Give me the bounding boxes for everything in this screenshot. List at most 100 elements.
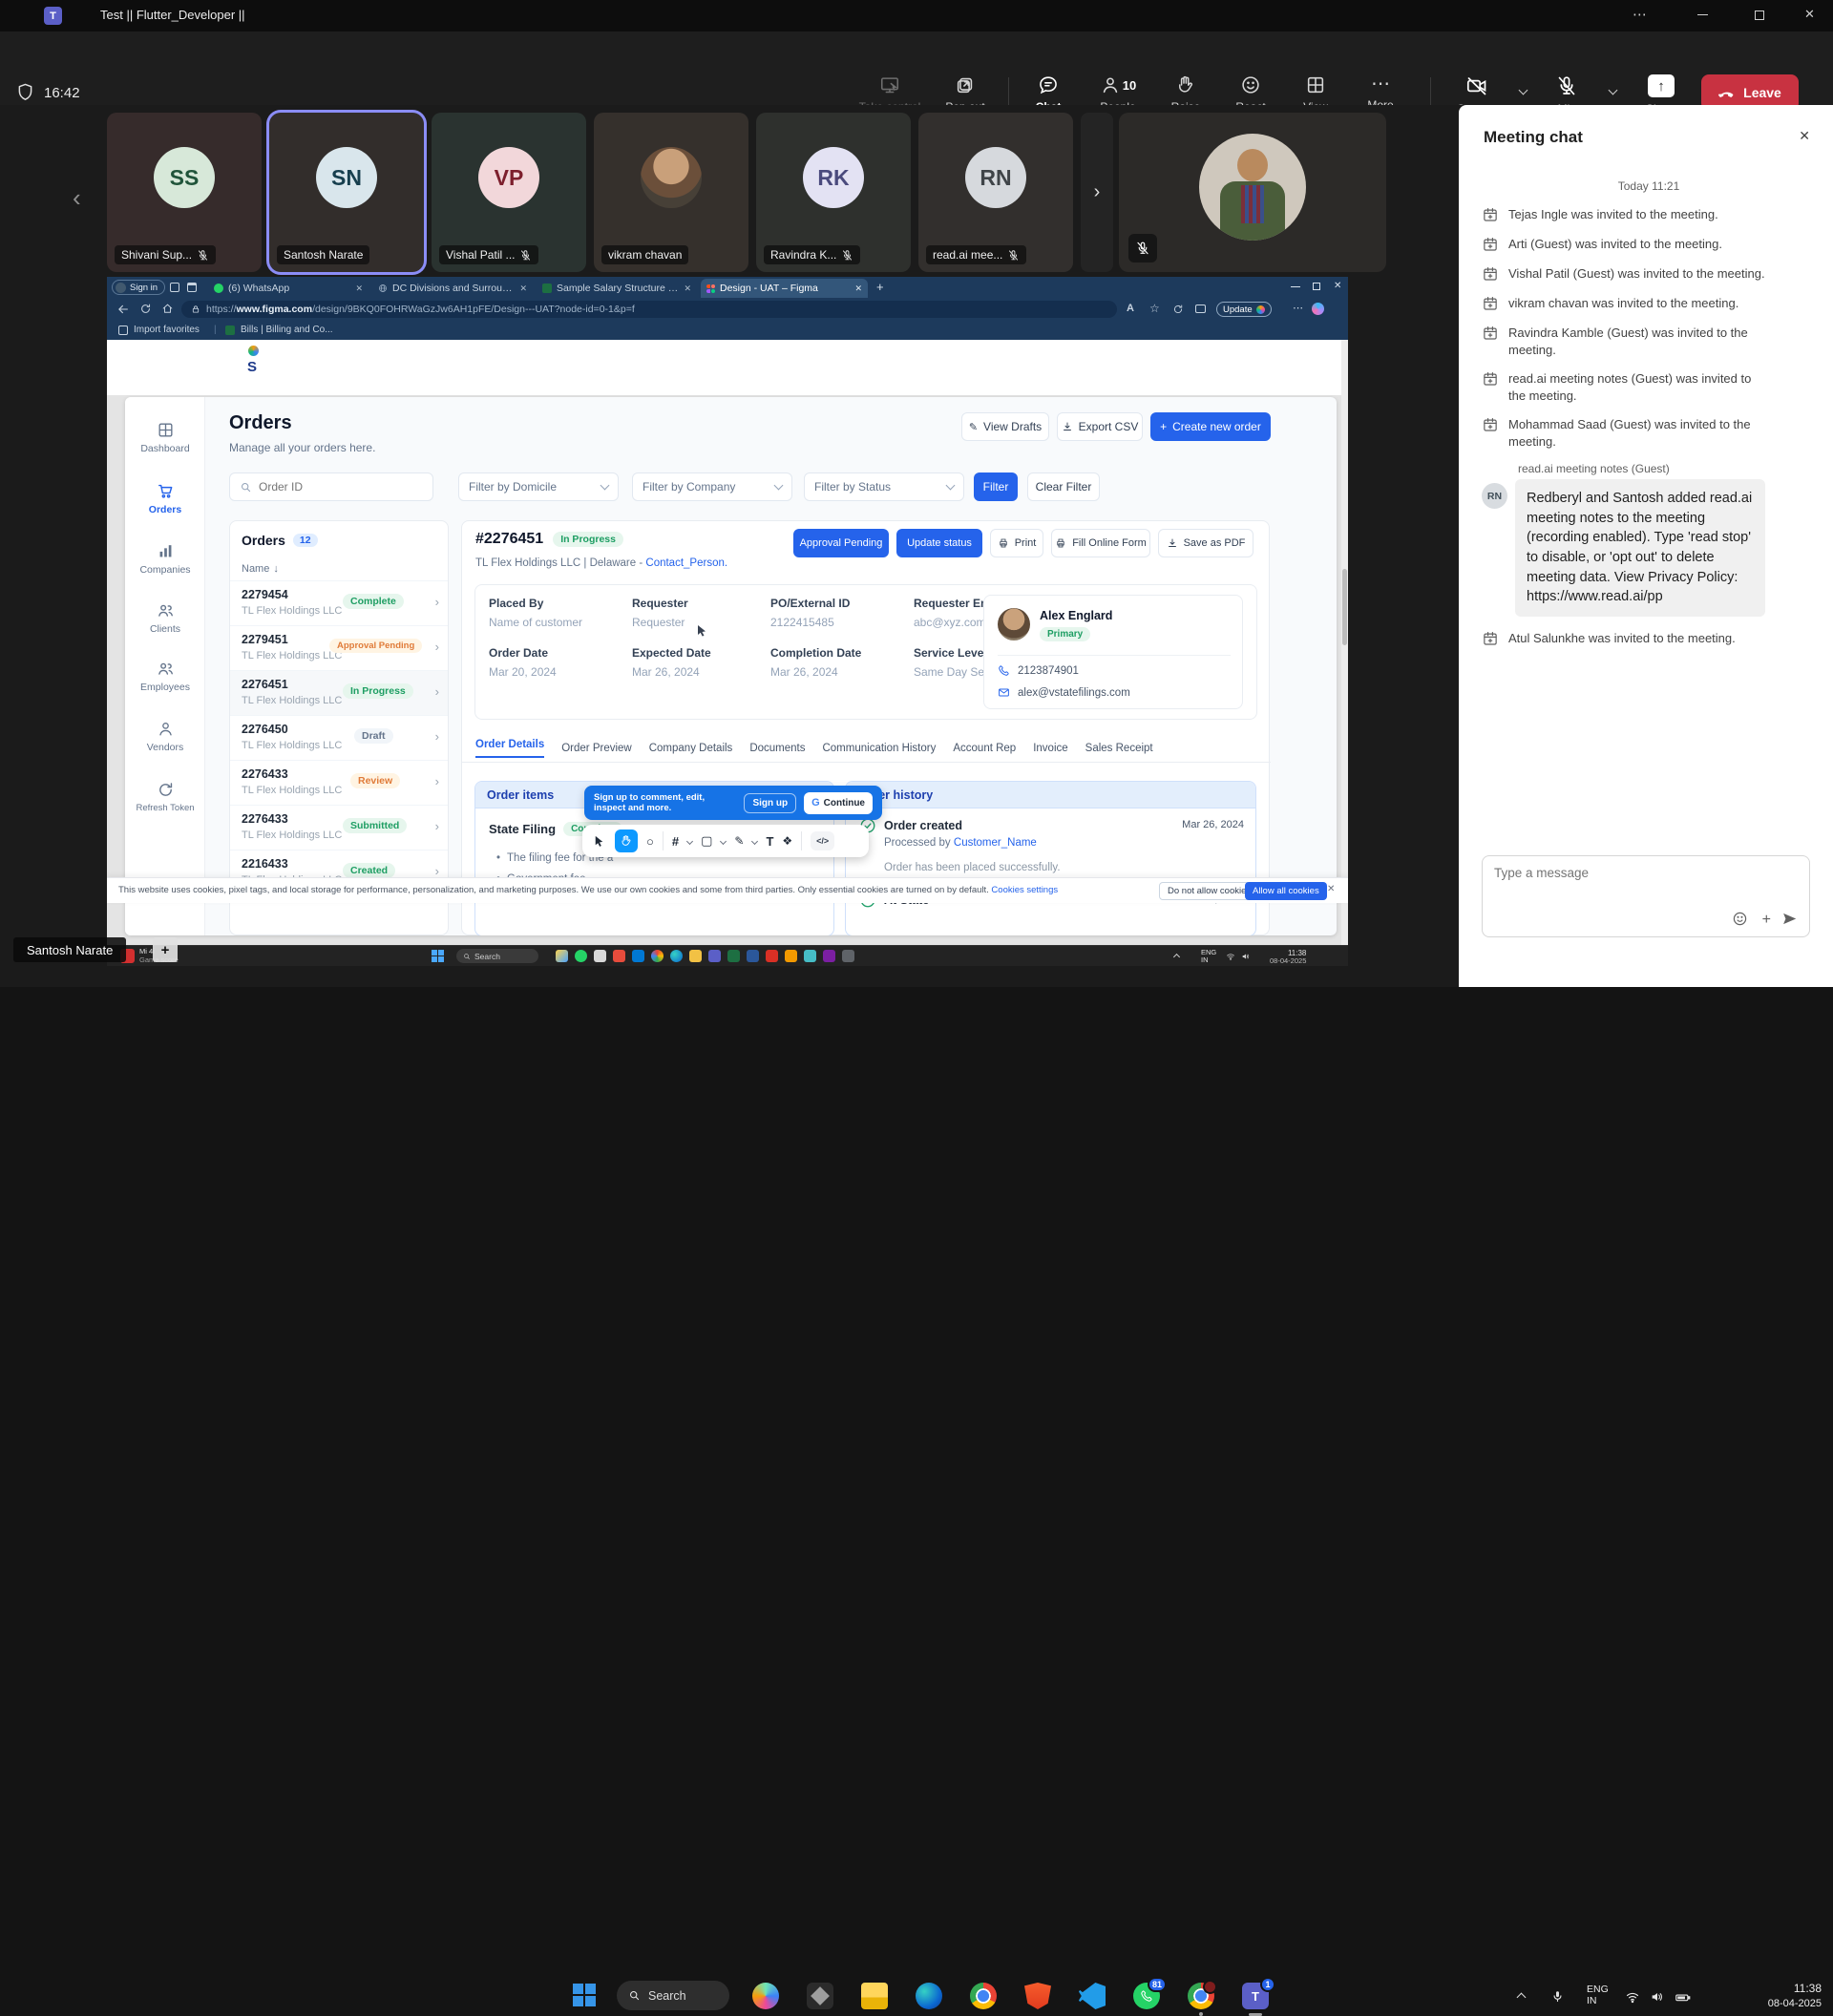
remote-start-icon[interactable] (432, 950, 444, 962)
edge-icon[interactable] (916, 1983, 942, 2009)
print-button[interactable]: Print (990, 529, 1043, 557)
copilot-icon[interactable] (752, 1983, 779, 2009)
close-chat-icon[interactable]: ✕ (1799, 128, 1810, 144)
address-bar[interactable]: https://www.figma.com/design/9BKQ0FOHRWa… (181, 301, 1117, 318)
browser-close-icon[interactable]: ✕ (1334, 281, 1341, 291)
back-icon[interactable] (116, 303, 130, 316)
contact-person-link[interactable]: Contact_Person. (645, 557, 727, 569)
list-column-header[interactable]: Name↓ (242, 563, 279, 575)
browser-profile-button[interactable]: Sign in (112, 280, 165, 295)
order-row-selected[interactable]: 2276451TL Flex Holdings LLCIn Progress› (230, 670, 448, 715)
view-drafts-button[interactable]: ✎View Drafts (961, 412, 1049, 441)
chevron-down-icon[interactable] (751, 837, 758, 844)
chat-input-box[interactable]: + (1482, 855, 1810, 937)
browser-tab[interactable]: DC Divisions and Surroundings ✕ (372, 279, 533, 298)
volume-icon[interactable] (1650, 1989, 1665, 2005)
customer-name-link[interactable]: Customer_Name (954, 837, 1037, 849)
maximize-icon[interactable] (1755, 10, 1764, 20)
sidebar-item-orders[interactable]: Orders (125, 482, 205, 515)
cookie-settings-link[interactable]: Cookies settings (991, 885, 1058, 895)
bills-favorite-link[interactable]: Bills | Billing and Co... (241, 325, 333, 335)
remote-tray-chevron-icon[interactable] (1173, 954, 1180, 960)
browser-tab-active[interactable]: Design - UAT – Figma ✕ (701, 279, 868, 298)
app-icon[interactable] (766, 950, 778, 962)
app-icon[interactable] (708, 950, 721, 962)
remote-volume-icon[interactable] (1241, 952, 1251, 961)
component-tool-icon[interactable]: ❖ (782, 834, 792, 848)
order-row[interactable]: 2276433TL Flex Holdings LLCSubmitted› (230, 805, 448, 850)
tab-company-details[interactable]: Company Details (649, 743, 733, 754)
text-tool-icon[interactable]: T (766, 834, 773, 849)
google-continue-button[interactable]: G Continue (804, 792, 873, 814)
vscode-icon[interactable] (1079, 1983, 1106, 2009)
sidebar-item-refresh-token[interactable]: Refresh Token (125, 781, 205, 813)
mic-options-chevron-icon[interactable] (1609, 86, 1618, 95)
remote-clock[interactable]: 11:38 08-04-2025 (1270, 949, 1306, 966)
order-row[interactable]: 2279451TL Flex Holdings LLCApproval Pend… (230, 625, 448, 670)
brave-icon[interactable] (1024, 1983, 1051, 2009)
browser-menu-icon[interactable]: ⋯ (1293, 302, 1303, 314)
close-tab-icon[interactable]: ✕ (854, 284, 862, 294)
app-icon[interactable] (747, 950, 759, 962)
send-icon[interactable] (1781, 911, 1798, 927)
remote-language[interactable]: ENGIN (1201, 949, 1216, 965)
save-as-pdf-button[interactable]: Save as PDF (1158, 529, 1254, 557)
participant-tile[interactable]: VP Vishal Patil ... (432, 113, 586, 272)
close-tab-icon[interactable]: ✕ (519, 284, 527, 294)
browser-restore-icon[interactable] (1313, 283, 1320, 290)
tab-order-details[interactable]: Order Details (475, 739, 544, 758)
attach-plus-icon[interactable]: + (1762, 912, 1771, 929)
pen-tool-icon[interactable]: ✎ (734, 834, 744, 848)
close-tab-icon[interactable]: ✕ (684, 284, 691, 294)
filter-apply-button[interactable]: Filter (974, 472, 1018, 501)
chrome-profile-icon[interactable] (1188, 1983, 1214, 2009)
participant-tile[interactable]: vikram chavan (594, 113, 748, 272)
app-icon[interactable] (785, 950, 797, 962)
sidebar-item-clients[interactable]: Clients (125, 601, 205, 635)
scroll-tiles-left-icon[interactable]: ‹ (73, 183, 81, 213)
filter-domicile-select[interactable]: Filter by Domicile (458, 472, 619, 501)
start-button[interactable] (573, 1984, 596, 2006)
camera-options-chevron-icon[interactable] (1519, 86, 1528, 95)
tab-invoice[interactable]: Invoice (1033, 743, 1067, 754)
filter-company-select[interactable]: Filter by Company (632, 472, 792, 501)
dev-mode-toggle[interactable]: </> (811, 831, 834, 850)
shape-tool-icon[interactable]: ▢ (701, 833, 712, 849)
app-icon[interactable] (670, 950, 683, 962)
tray-chevron-icon[interactable] (1517, 1993, 1527, 2003)
participant-tile[interactable]: SN Santosh Narate (269, 113, 424, 272)
workspaces-icon[interactable] (170, 283, 179, 292)
refresh-icon[interactable] (139, 303, 152, 315)
hand-tool-icon[interactable] (615, 830, 638, 852)
tab-order-preview[interactable]: Order Preview (561, 743, 632, 754)
app-icon[interactable] (842, 950, 854, 962)
approval-pending-button[interactable]: Approval Pending (793, 529, 889, 557)
whatsapp-icon[interactable]: 81 (1133, 1983, 1160, 2009)
chrome-icon[interactable] (970, 1983, 997, 2009)
comment-tool-icon[interactable]: ○ (646, 834, 654, 849)
order-row[interactable]: 2276450TL Flex Holdings LLCDraft› (230, 715, 448, 760)
order-row[interactable]: 2279454TL Flex Holdings LLCComplete› (230, 580, 448, 625)
order-id-input[interactable] (259, 480, 411, 494)
sidebar-item-dashboard[interactable]: Dashboard (125, 421, 205, 454)
chevron-down-icon[interactable] (686, 837, 693, 844)
frame-tool-icon[interactable]: # (672, 834, 679, 849)
tab-sales-receipt[interactable]: Sales Receipt (1085, 743, 1153, 754)
close-window-icon[interactable]: ✕ (1804, 7, 1815, 22)
file-explorer-icon[interactable] (861, 1983, 888, 2009)
participant-tile[interactable]: SS Shivani Sup... (107, 113, 262, 272)
filter-status-select[interactable]: Filter by Status (804, 472, 964, 501)
scrollbar-thumb[interactable] (1342, 569, 1347, 645)
app-icon[interactable] (594, 950, 606, 962)
clock[interactable]: 11:38 08-04-2025 (1738, 1982, 1822, 2010)
remote-wifi-icon[interactable] (1226, 952, 1235, 961)
app-icon[interactable] (613, 950, 625, 962)
fill-online-form-button[interactable]: Fill Online Form (1051, 529, 1150, 557)
contact-phone[interactable]: 2123874901 (1018, 665, 1079, 677)
app-icon[interactable] (804, 950, 816, 962)
order-row[interactable]: 2276433TL Flex Holdings LLCReview› (230, 760, 448, 805)
sign-up-button[interactable]: Sign up (744, 793, 796, 813)
participant-tile[interactable]: RN read.ai mee... (918, 113, 1073, 272)
update-button[interactable]: Update (1216, 302, 1272, 317)
chevron-down-icon[interactable] (720, 837, 727, 844)
